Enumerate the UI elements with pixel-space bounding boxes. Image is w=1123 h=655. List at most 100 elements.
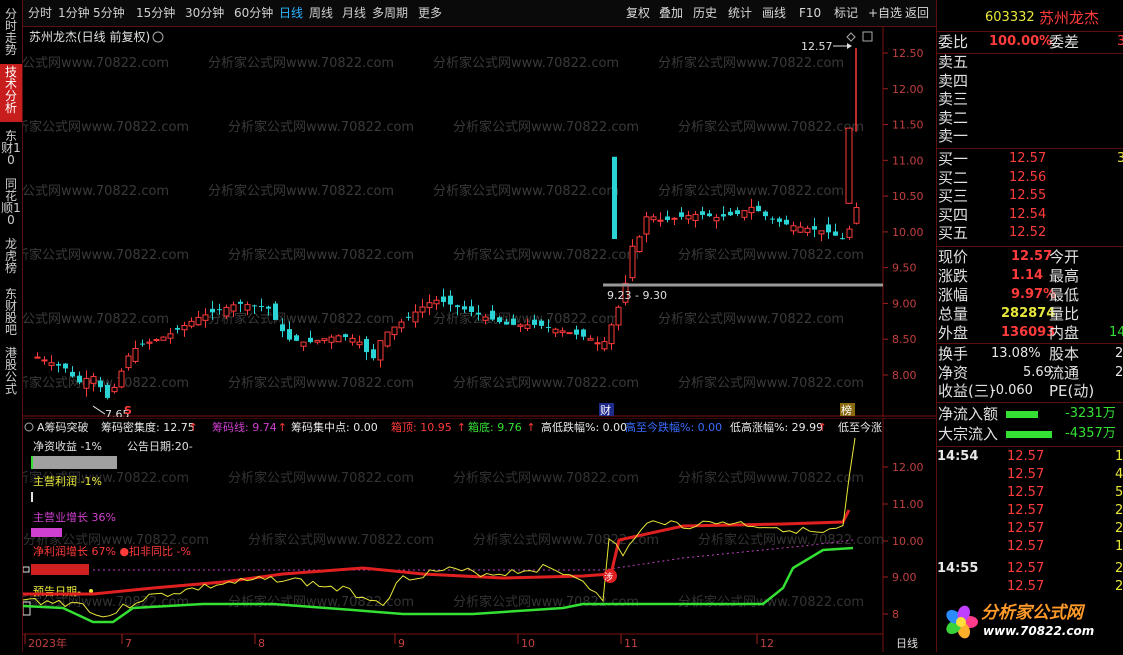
candle-body [384, 331, 391, 347]
sell-level-1[interactable]: 卖四 [938, 72, 968, 90]
marker-s[interactable]: S [124, 404, 132, 417]
watermark-text: 分析家公式网www.70822.com [678, 375, 864, 391]
stat-value-4: 136093 [1001, 325, 1056, 340]
period-tab-0[interactable]: 分时 [28, 5, 52, 21]
indicator-value-8: 低至今涨 [838, 420, 882, 434]
candle-body [700, 211, 705, 215]
divider [937, 148, 1123, 149]
tick-vol-0: 1 [1115, 449, 1123, 464]
candle-body [679, 212, 684, 217]
toolbar-button-4[interactable]: 画线 [760, 3, 788, 23]
candle-body [455, 305, 460, 308]
toolbar-button-1[interactable]: 叠加 [657, 3, 685, 23]
indicator-value-1: 筹码线: 9.74 [212, 420, 277, 434]
toolbar-button-8[interactable]: 返回 [903, 3, 931, 23]
main-candle-chart[interactable]: 分析家公式网www.70822.com 分析家公式网www.70822.com 分析… [0, 27, 936, 421]
toolbar-button-5[interactable]: F10 [797, 3, 823, 23]
candle-body [756, 205, 761, 212]
watermark-text: 分析家公式网www.70822.com [678, 470, 864, 486]
svg-text:↑: ↑ [526, 421, 535, 434]
candle-chart-svg[interactable]: 分析家公式网www.70822.com 分析家公式网www.70822.com 分析… [0, 27, 936, 421]
main-growth-label: 主营业增长 36% [33, 510, 116, 524]
divider [937, 246, 1123, 247]
watermark-text: 分析家公式网www.70822.com [248, 532, 434, 548]
indicator-value-4: 箱底: 9.76 [468, 420, 522, 434]
period-tab-3[interactable]: 15分钟 [136, 5, 175, 21]
stat2-label-2: 收益(三) [938, 382, 995, 400]
side-tab-bar: 分时走势技术分析东财10 同花顺10 龙虎榜东财股吧港股公式 [0, 0, 23, 652]
toolbar-button-0[interactable]: 复权 [624, 3, 652, 23]
tick-time-6: 14:55 [937, 561, 979, 576]
sell-level-4[interactable]: 卖一 [938, 127, 968, 145]
tick-price-4: 12.57 [1007, 521, 1045, 536]
x-axis-label: 10 [521, 637, 535, 650]
toolbar-button-6[interactable]: 标记 [832, 3, 860, 23]
candle-body [230, 304, 237, 312]
logo-url: www.70822.com [983, 624, 1095, 638]
candle-body [132, 348, 139, 362]
y-tick-label: 10.00 [892, 226, 924, 239]
candle-body [441, 296, 446, 303]
indicator-chart[interactable]: 分析家公式网www.70822.com 分析家公式网www.70822.com 分析… [3, 417, 936, 652]
candle-body [56, 363, 61, 366]
watermark-text: 分析家公式网www.70822.com [228, 119, 414, 135]
watermark-text: 分析家公式网www.70822.com [658, 183, 844, 199]
side-tab-0[interactable]: 分时走势 [0, 6, 22, 60]
watermark-text: 分析家公式网www.70822.com [23, 119, 189, 135]
candle-body [728, 211, 733, 216]
sell-level-3[interactable]: 卖二 [938, 109, 968, 127]
toolbar-button-2[interactable]: 历史 [691, 3, 719, 23]
buy-level-0[interactable]: 买一 [938, 150, 968, 168]
stat-label-2: 涨幅 [938, 286, 969, 304]
stock-code: 603332 [985, 10, 1035, 25]
marker-finance[interactable]: 财 [600, 403, 611, 417]
period-tab-10[interactable]: 更多 [418, 5, 442, 21]
toolbar-button-7[interactable]: +自选 [866, 3, 904, 23]
logo-text: 分析家公式网 [981, 603, 1083, 623]
svg-text:↑: ↑ [278, 421, 287, 434]
buy-level-2[interactable]: 买三 [938, 187, 968, 205]
watermark-text: 分析家公式网www.70822.com [23, 55, 169, 71]
main-growth-bar [31, 528, 62, 537]
side-tab-4[interactable]: 龙虎榜 [0, 236, 22, 282]
sell-level-0[interactable]: 卖五 [938, 53, 968, 71]
toolbar-button-3[interactable]: 统计 [726, 3, 754, 23]
period-tab-8[interactable]: 月线 [342, 5, 366, 21]
x-axis-label: 11 [624, 637, 638, 650]
candle-body [517, 324, 524, 327]
period-tab-5[interactable]: 60分钟 [234, 5, 273, 21]
side-tab-3[interactable]: 同花顺10 [0, 176, 22, 232]
candle-body [497, 317, 502, 323]
marker-rank[interactable]: 榜 [841, 403, 852, 417]
candle-body [511, 318, 516, 325]
period-tab-9[interactable]: 多周期 [372, 5, 408, 21]
candle-body [217, 309, 222, 311]
period-tab-2[interactable]: 5分钟 [93, 5, 125, 21]
buy-level-1[interactable]: 买二 [938, 169, 968, 187]
buy-level-3[interactable]: 买四 [938, 206, 968, 224]
candle-body [328, 336, 335, 343]
candle-body [287, 329, 292, 340]
stat-label-4: 外盘 [938, 324, 969, 342]
candle-body [48, 362, 55, 366]
top-toolbar: 分时 1分钟 5分钟 15分钟 30分钟 60分钟 日线 周线 月线 多周期 更多 复权 叠加 历史 统计画… [0, 0, 936, 27]
period-tab-1[interactable]: 1分钟 [58, 5, 90, 21]
stat2-value-1: 5.69 [1023, 364, 1052, 380]
candle-body [118, 370, 125, 388]
side-tab-5[interactable]: 东财股吧 [0, 286, 22, 340]
buy-level-4[interactable]: 买五 [938, 224, 968, 242]
indicator-chart-svg[interactable]: 分析家公式网www.70822.com 分析家公式网www.70822.com 分析… [3, 417, 936, 652]
candle-body [615, 306, 622, 326]
candle-body [539, 320, 544, 326]
candle-body [657, 219, 664, 222]
watermark-text: 分析家公式网www.70822.com [678, 119, 864, 135]
candle-body [406, 316, 411, 318]
period-tab-4[interactable]: 30分钟 [185, 5, 224, 21]
sell-level-2[interactable]: 卖三 [938, 90, 968, 108]
period-tab-7[interactable]: 周线 [309, 5, 333, 21]
period-tab-6[interactable]: 日线 [279, 5, 303, 21]
side-tab-2[interactable]: 东财10 [0, 128, 22, 172]
indicator-name[interactable]: A筹码突破 [37, 420, 89, 434]
side-tab-6[interactable]: 港股公式 [0, 345, 22, 401]
side-tab-1[interactable]: 技术分析 [0, 64, 22, 122]
